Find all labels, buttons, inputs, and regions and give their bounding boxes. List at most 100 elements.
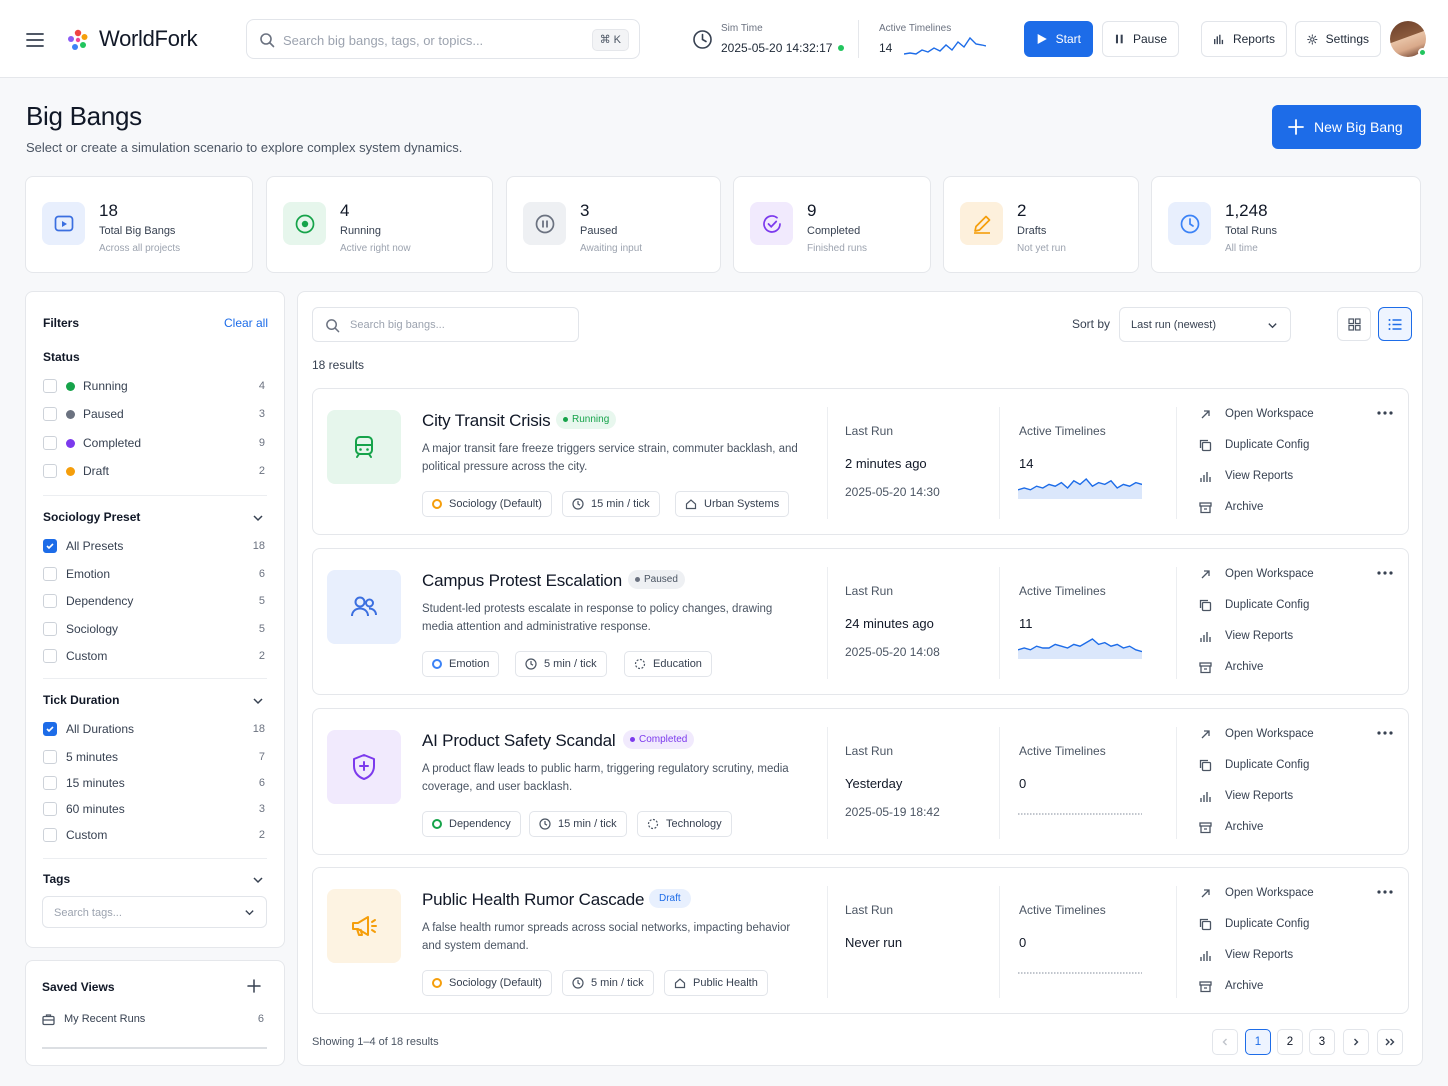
clock-icon: [693, 30, 712, 49]
saved-view-count: 6: [257, 1013, 264, 1025]
preset-filter-all[interactable]: All Presets 18: [43, 536, 265, 556]
last-page-button[interactable]: [1377, 1029, 1403, 1055]
status-filter-paused[interactable]: Paused 3: [43, 404, 265, 424]
search-icon: [326, 319, 340, 333]
stat-value: 1,248: [1225, 201, 1268, 220]
duplicate-config-action[interactable]: Duplicate Config: [1199, 435, 1339, 455]
duplicate-config-action[interactable]: Duplicate Config: [1199, 595, 1339, 615]
open-workspace-action[interactable]: Open Workspace: [1199, 404, 1339, 424]
view-reports-action[interactable]: View Reports: [1199, 466, 1339, 486]
archive-action[interactable]: Archive: [1199, 817, 1339, 837]
more-options-icon[interactable]: [1375, 403, 1395, 423]
duplicate-config-action[interactable]: Duplicate Config: [1199, 755, 1339, 775]
view-reports-action[interactable]: View Reports: [1199, 626, 1339, 646]
new-big-bang-button[interactable]: New Big Bang: [1272, 105, 1421, 149]
stat-value: 18: [99, 201, 118, 220]
global-search[interactable]: Search big bangs, tags, or topics... ⌘ K: [246, 19, 640, 59]
checkbox[interactable]: [43, 464, 57, 478]
preset-filter-emotion[interactable]: Emotion 6: [43, 564, 265, 584]
tick-text: 15 min / tick: [558, 818, 617, 830]
start-button[interactable]: Start: [1024, 21, 1093, 57]
checkbox[interactable]: [43, 567, 57, 581]
settings-button[interactable]: Settings: [1295, 21, 1381, 57]
chevron-down-icon[interactable]: [252, 695, 264, 707]
view-reports-action[interactable]: View Reports: [1199, 945, 1339, 965]
next-page-button[interactable]: [1343, 1029, 1369, 1055]
tag-text: Technology: [666, 818, 722, 830]
checkbox[interactable]: [43, 379, 57, 393]
preset-filter-dependency[interactable]: Dependency 5: [43, 591, 265, 611]
preset-filter-sociology[interactable]: Sociology 5: [43, 619, 265, 639]
checkbox[interactable]: [43, 802, 57, 816]
divider: [43, 495, 267, 496]
open-workspace-action[interactable]: Open Workspace: [1199, 883, 1339, 903]
pause-button[interactable]: Pause: [1102, 21, 1179, 57]
chevron-down-icon[interactable]: [252, 512, 264, 524]
filter-count: 5: [258, 595, 265, 607]
filter-count: 6: [258, 777, 265, 789]
more-options-icon[interactable]: [1375, 882, 1395, 902]
action-label: Archive: [1225, 661, 1264, 673]
clear-all-link[interactable]: Clear all: [224, 316, 268, 330]
add-view-icon[interactable]: [247, 979, 261, 993]
more-options-icon[interactable]: [1375, 723, 1395, 743]
reports-label: Reports: [1232, 32, 1275, 46]
open-workspace-action[interactable]: Open Workspace: [1199, 564, 1339, 584]
copy-icon: [1199, 759, 1212, 771]
checkbox[interactable]: [43, 622, 57, 636]
big-bang-card[interactable]: Campus Protest Escalation Paused Student…: [312, 548, 1409, 695]
status-filter-draft[interactable]: Draft 2: [43, 461, 265, 481]
page-button-2[interactable]: 2: [1277, 1029, 1303, 1055]
card-title[interactable]: City Transit Crisis: [422, 411, 551, 431]
checkbox[interactable]: [43, 776, 57, 790]
page-button-1[interactable]: 1: [1245, 1029, 1271, 1055]
list-view-button[interactable]: [1378, 307, 1412, 341]
checkbox[interactable]: [43, 594, 57, 608]
tags-search-select[interactable]: Search tags...: [42, 896, 267, 928]
saved-view-item[interactable]: My Recent Runs 6: [42, 1009, 264, 1029]
tick-filter-15min[interactable]: 15 minutes 6: [43, 773, 265, 793]
view-reports-action[interactable]: View Reports: [1199, 786, 1339, 806]
checkbox[interactable]: [43, 828, 57, 842]
status-text: Completed: [639, 734, 688, 745]
chevron-down-icon[interactable]: [252, 874, 264, 886]
big-bang-card[interactable]: Public Health Rumor Cascade Draft A fals…: [312, 867, 1409, 1014]
prev-page-button[interactable]: [1212, 1029, 1238, 1055]
more-options-icon[interactable]: [1375, 563, 1395, 583]
tick-filter-60min[interactable]: 60 minutes 3: [43, 799, 265, 819]
checkbox[interactable]: [43, 750, 57, 764]
status-filter-completed[interactable]: Completed 9: [43, 433, 265, 453]
hamburger-menu-icon[interactable]: [24, 29, 46, 51]
page-button-3[interactable]: 3: [1309, 1029, 1335, 1055]
duplicate-config-action[interactable]: Duplicate Config: [1199, 914, 1339, 934]
big-bang-card[interactable]: City Transit Crisis Running A major tran…: [312, 388, 1409, 535]
checkbox[interactable]: [43, 649, 57, 663]
divider: [999, 886, 1000, 998]
grid-view-button[interactable]: [1337, 307, 1371, 341]
checkbox[interactable]: [43, 436, 57, 450]
tick-filter-custom[interactable]: Custom 2: [43, 825, 265, 845]
archive-action[interactable]: Archive: [1199, 657, 1339, 677]
open-workspace-action[interactable]: Open Workspace: [1199, 724, 1339, 744]
tick-filter-all[interactable]: All Durations 18: [43, 719, 265, 739]
card-title[interactable]: Public Health Rumor Cascade: [422, 890, 645, 910]
tick-filter-5min[interactable]: 5 minutes 7: [43, 747, 265, 767]
archive-action[interactable]: Archive: [1199, 497, 1339, 517]
preset-filter-custom[interactable]: Custom 2: [43, 646, 265, 666]
big-bang-card[interactable]: AI Product Safety Scandal Completed A pr…: [312, 708, 1409, 855]
status-filter-running[interactable]: Running 4: [43, 376, 265, 396]
card-title[interactable]: AI Product Safety Scandal: [422, 731, 616, 751]
sort-select[interactable]: Last run (newest): [1119, 307, 1291, 342]
archive-icon: [1199, 661, 1212, 673]
tag-chip: Technology: [637, 811, 732, 837]
list-search-input[interactable]: Search big bangs...: [312, 307, 579, 342]
checkbox[interactable]: [43, 407, 57, 421]
card-title[interactable]: Campus Protest Escalation: [422, 571, 622, 591]
checkbox-checked[interactable]: [43, 539, 57, 553]
archive-action[interactable]: Archive: [1199, 976, 1339, 996]
reports-button[interactable]: Reports: [1201, 21, 1287, 57]
preset-icon: [432, 499, 442, 509]
checkbox-checked[interactable]: [43, 722, 57, 736]
stat-card-completed: 9 Completed Finished runs: [733, 176, 931, 273]
filter-label: 5 minutes: [66, 750, 119, 764]
